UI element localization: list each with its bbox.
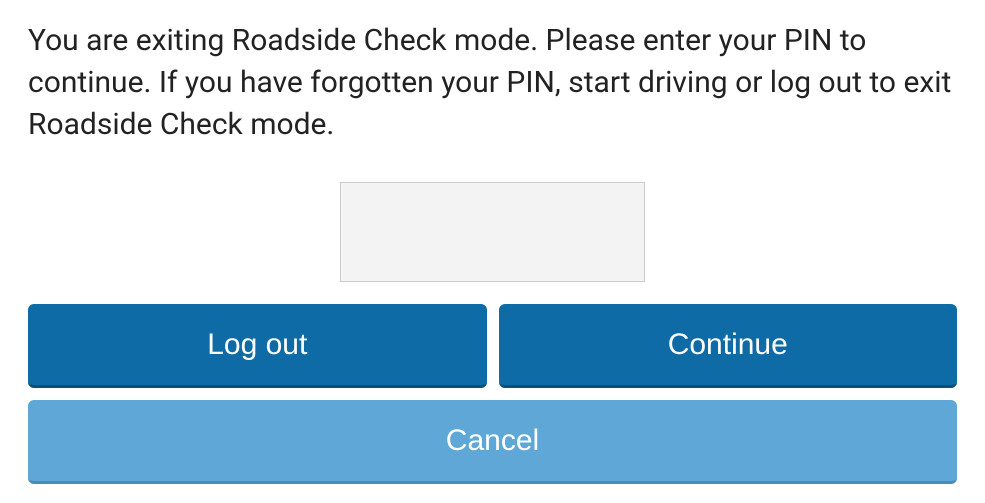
pin-input-row <box>28 182 957 282</box>
action-button-row: Log out Continue <box>28 304 957 388</box>
cancel-button-row: Cancel <box>28 400 957 484</box>
cancel-button[interactable]: Cancel <box>28 400 957 484</box>
exit-message: You are exiting Roadside Check mode. Ple… <box>28 20 957 146</box>
pin-input[interactable] <box>340 182 645 282</box>
continue-button[interactable]: Continue <box>499 304 958 388</box>
logout-button[interactable]: Log out <box>28 304 487 388</box>
